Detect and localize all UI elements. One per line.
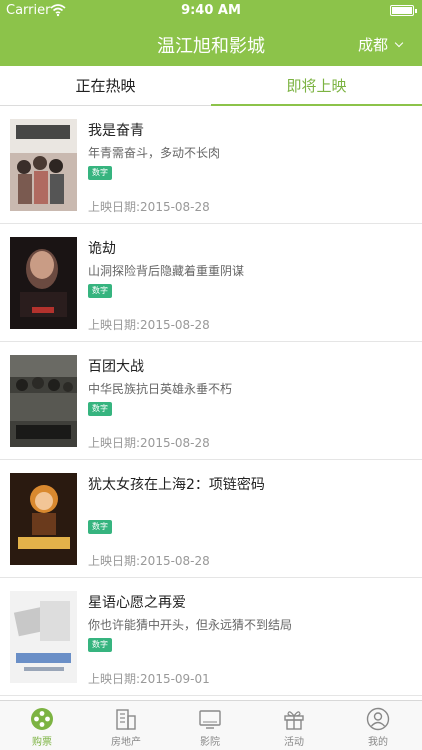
city-label: 成都 — [357, 36, 388, 54]
format-badge: 数字 — [88, 166, 112, 180]
list-item[interactable]: 百团大战 中华民族抗日英雄永垂不朽 数字 上映日期:2015-08-28 — [0, 342, 422, 460]
segment-tabs: 正在热映 即将上映 — [0, 66, 422, 106]
movie-description: 年青需奋斗，多动不长肉 — [88, 146, 221, 160]
movie-list[interactable]: 我是奋青 年青需奋斗，多动不长肉 数字 上映日期:2015-08-28 诡劫 山… — [0, 106, 422, 700]
tabbar-label: 房地产 — [111, 737, 141, 748]
movie-poster — [10, 237, 77, 329]
tabbar-item-events[interactable]: 活动 — [252, 701, 336, 750]
movie-title: 我是奋青 — [88, 123, 144, 139]
release-date: 上映日期:2015-09-01 — [88, 672, 210, 686]
ticket-icon — [31, 708, 53, 730]
list-item[interactable]: 犹太女孩在上海2：项链密码 数字 上映日期:2015-08-28 — [0, 460, 422, 578]
chevron-down-icon — [394, 38, 404, 48]
clock: 9:40 AM — [181, 3, 241, 18]
tab-now-showing[interactable]: 正在热映 — [0, 66, 211, 106]
movie-poster — [10, 591, 77, 683]
gift-icon — [284, 711, 304, 730]
tabbar-label: 影院 — [200, 737, 220, 748]
list-item[interactable]: 我是奋青 年青需奋斗，多动不长肉 数字 上映日期:2015-08-28 — [0, 106, 422, 224]
movie-description: 你也许能猜中开头，但永远猜不到结局 — [88, 618, 293, 632]
battery-icon — [390, 5, 417, 16]
movie-description: 山洞探险背后隐藏着重重阴谋 — [88, 264, 245, 278]
tabbar-item-real-estate[interactable]: 房地产 — [84, 701, 168, 750]
tabbar-label: 我的 — [368, 737, 388, 748]
release-date: 上映日期:2015-08-28 — [88, 554, 210, 568]
format-badge: 数字 — [88, 638, 112, 652]
format-badge: 数字 — [88, 284, 112, 298]
tabbar-item-mine[interactable]: 我的 — [336, 701, 420, 750]
movie-description: 中华民族抗日英雄永垂不朽 — [88, 382, 233, 396]
release-date: 上映日期:2015-08-28 — [88, 436, 210, 450]
movie-title: 百团大战 — [88, 359, 144, 375]
nav-bar: 温江旭和影城 成都 — [0, 22, 422, 66]
movie-title: 诡劫 — [88, 241, 116, 257]
tabbar-item-cinema[interactable]: 影院 — [168, 701, 252, 750]
movie-title: 星语心愿之再爱 — [88, 595, 186, 611]
status-bar: Carrier 9:40 AM — [0, 0, 422, 22]
tabbar-label: 活动 — [284, 737, 304, 748]
tabbar-label: 购票 — [32, 737, 52, 748]
release-date: 上映日期:2015-08-28 — [88, 318, 210, 332]
building-icon — [116, 709, 136, 730]
release-date: 上映日期:2015-08-28 — [88, 200, 210, 214]
tab-coming-soon[interactable]: 即将上映 — [211, 66, 422, 106]
list-item[interactable]: 星语心愿之再爱 你也许能猜中开头，但永远猜不到结局 数字 上映日期:2015-0… — [0, 578, 422, 696]
movie-poster — [10, 119, 77, 211]
movie-title: 犹太女孩在上海2：项链密码 — [88, 477, 265, 493]
movie-poster — [10, 473, 77, 565]
list-item[interactable]: 诡劫 山洞探险背后隐藏着重重阴谋 数字 上映日期:2015-08-28 — [0, 224, 422, 342]
city-selector[interactable]: 成都 — [357, 34, 404, 55]
format-badge: 数字 — [88, 520, 112, 534]
tab-bar: 购票 房地产 影院 活动 我的 — [0, 700, 422, 750]
user-icon — [366, 707, 390, 731]
format-badge: 数字 — [88, 402, 112, 416]
cinema-icon — [199, 710, 221, 729]
tabbar-item-tickets[interactable]: 购票 — [0, 701, 84, 750]
movie-poster — [10, 355, 77, 447]
